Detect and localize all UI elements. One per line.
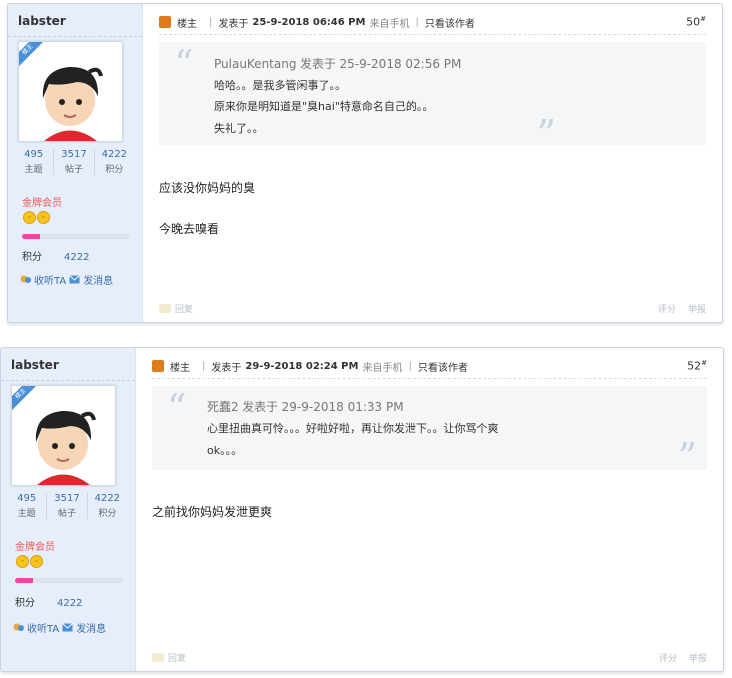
level-progress-bar: [15, 578, 123, 583]
report-button[interactable]: 举报: [689, 651, 707, 664]
follow-link[interactable]: 收听TA: [34, 272, 66, 287]
post-body-line: 今晚去嗅看: [159, 222, 220, 236]
post-header: 楼主 | 发表于 25-9-2018 06:46 PM 来自手机 | 只看该作者…: [159, 13, 706, 31]
posted-prefix: 发表于: [211, 362, 242, 374]
quote-line: 心里扭曲真可怜。。。好啦好啦，再让你发泄下。。让你骂个爽: [207, 422, 499, 435]
post-body-line: 应该没你妈妈的臭: [159, 181, 256, 195]
user-rank[interactable]: 金牌会员: [15, 538, 55, 553]
post-floor-52: labster 楼主 495 主题 3517 帖子 4222 积分 金牌会员 ᵕᵕ 积…: [0, 347, 724, 672]
only-author-link[interactable]: 只看该作者: [425, 15, 475, 30]
username[interactable]: labster: [11, 358, 59, 372]
user-sidebar: labster 楼主 495 主题 3517 帖子 4222 积分 金牌会员 ᵕᵕ 积…: [8, 4, 143, 322]
owner-label: 楼主: [170, 362, 190, 374]
only-author-link[interactable]: 只看该作者: [418, 359, 468, 374]
post-footer: 回复 评分 举报: [159, 302, 706, 316]
floor-number[interactable]: 52#: [687, 359, 707, 373]
stat-points[interactable]: 4222 积分: [95, 149, 134, 175]
quote-close-icon: ”: [677, 435, 697, 479]
post-date: 29-9-2018 02:24 PM: [245, 360, 359, 372]
user-actions: 收听TA 发消息: [13, 620, 106, 635]
post-body-line: 之前找你妈妈发泄更爽: [152, 505, 273, 519]
post-date: 25-9-2018 06:46 PM: [252, 16, 366, 28]
post-content: 楼主 | 发表于 25-9-2018 06:46 PM 来自手机 | 只看该作者…: [143, 4, 722, 322]
level-progress-bar: [22, 234, 130, 239]
quote-block: “ PulauKentang 发表于 25-9-2018 02:56 PM 哈哈…: [159, 42, 706, 153]
user-sidebar: labster 楼主 495 主题 3517 帖子 4222 积分 金牌会员 ᵕᵕ 积…: [1, 348, 136, 671]
avatar-image: [12, 386, 115, 485]
points-row: 积分 4222: [15, 598, 83, 609]
rate-button[interactable]: 评分: [658, 302, 676, 315]
reply-icon: [159, 304, 171, 313]
user-rank[interactable]: 金牌会员: [22, 194, 62, 209]
report-button[interactable]: 举报: [688, 302, 706, 315]
level-progress-fill: [22, 234, 41, 239]
quote-author-line: PulauKentang 发表于 25-9-2018 02:56 PM: [214, 57, 462, 71]
message-link[interactable]: 发消息: [76, 620, 106, 635]
avatar-image: [19, 42, 122, 141]
rate-button[interactable]: 评分: [659, 651, 677, 664]
follow-link[interactable]: 收听TA: [27, 620, 59, 635]
follow-icon: [13, 623, 24, 631]
divider: [8, 36, 142, 37]
level-progress-fill: [15, 578, 34, 583]
post-header: 楼主 | 发表于 29-9-2018 02:24 PM 来自手机 | 只看该作者…: [152, 357, 707, 375]
stat-threads[interactable]: 495 主题: [14, 149, 55, 175]
quote-close-icon: ”: [536, 112, 556, 156]
points-row: 积分 4222: [22, 252, 90, 263]
follow-icon: [20, 275, 31, 283]
quote-line: ok。。。: [207, 444, 243, 457]
quote-line: 原来你是明知道是"臭hai"特意命名自己的。。: [214, 100, 434, 113]
quote-open-icon: “: [174, 42, 194, 86]
quote-author-line: 死蠢2 发表于 29-9-2018 01:33 PM: [207, 400, 404, 414]
message-link[interactable]: 发消息: [83, 272, 113, 287]
post-content: 楼主 | 发表于 29-9-2018 02:24 PM 来自手机 | 只看该作者…: [136, 348, 723, 671]
stat-posts[interactable]: 3517 帖子: [47, 493, 88, 519]
quote-line: 失礼了。。: [214, 122, 264, 135]
header-divider: [152, 378, 707, 379]
post-footer: 回复 评分 举报: [152, 651, 707, 665]
user-stats: 495 主题 3517 帖子 4222 积分: [7, 493, 127, 519]
stat-posts[interactable]: 3517 帖子: [54, 149, 95, 175]
post-source: 来自手机: [362, 362, 403, 374]
divider: [1, 380, 135, 381]
floor-number[interactable]: 50#: [686, 15, 706, 29]
reply-icon: [152, 653, 164, 662]
stat-points[interactable]: 4222 积分: [88, 493, 127, 519]
avatar[interactable]: 楼主: [11, 385, 116, 486]
reply-button[interactable]: 回复: [159, 302, 193, 315]
owner-badge-icon: [152, 360, 164, 372]
username[interactable]: labster: [18, 14, 66, 28]
quote-line: 哈哈。。是我多管闲事了。。: [214, 79, 346, 92]
stat-threads[interactable]: 495 主题: [7, 493, 48, 519]
owner-badge-icon: [159, 16, 171, 28]
envelope-icon: [69, 275, 81, 284]
avatar[interactable]: 楼主: [18, 41, 123, 142]
posted-prefix: 发表于: [218, 18, 249, 30]
level-smiley-icons: ᵕᵕ: [16, 555, 43, 568]
level-smiley-icons: ᵕᵕ: [23, 211, 50, 224]
quote-block: “ 死蠢2 发表于 29-9-2018 01:33 PM 心里扭曲真可怜。。。好…: [152, 386, 707, 476]
user-actions: 收听TA 发消息: [20, 272, 113, 287]
header-divider: [159, 34, 706, 35]
reply-button[interactable]: 回复: [152, 651, 186, 664]
envelope-icon: [62, 623, 74, 632]
user-stats: 495 主题 3517 帖子 4222 积分: [14, 149, 134, 175]
post-floor-50: labster 楼主 495 主题 3517 帖子 4222 积分 金牌会员 ᵕᵕ 积…: [7, 3, 723, 323]
owner-label: 楼主: [177, 18, 197, 30]
post-source: 来自手机: [369, 18, 410, 30]
quote-open-icon: “: [167, 386, 187, 430]
